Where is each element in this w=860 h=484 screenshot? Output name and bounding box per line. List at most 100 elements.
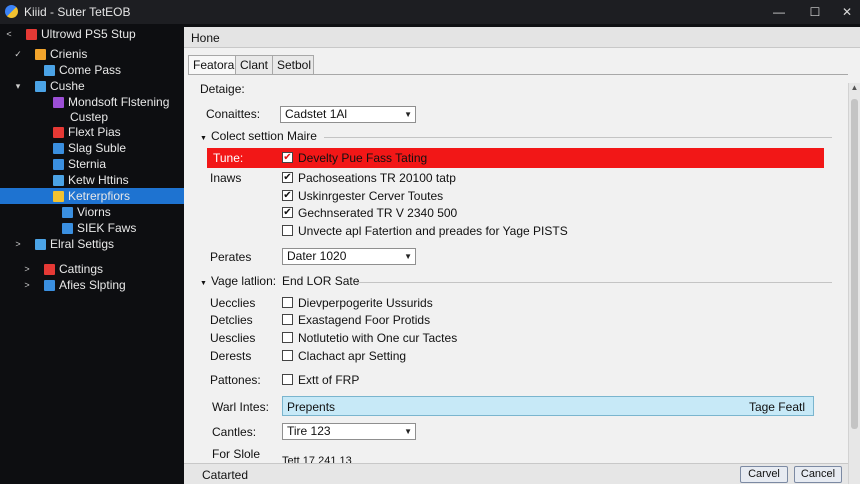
sidebar-item[interactable]: Mondsoft Flstening	[0, 94, 190, 110]
checkbox-row[interactable]: Unvecte apl Fatertion and preades for Ya…	[282, 223, 682, 239]
expand-toggle-icon[interactable]: <	[4, 26, 14, 42]
sidebar-item-label: Mondsoft Flstening	[68, 95, 170, 109]
sidebar-item-label: SIEK Faws	[77, 221, 137, 235]
scroll-thumb[interactable]	[851, 99, 858, 429]
folder-icon	[53, 143, 64, 154]
checkbox[interactable]	[282, 314, 293, 325]
vertical-scrollbar[interactable]: ▲	[848, 83, 860, 484]
checkbox[interactable]: ✔	[282, 152, 293, 163]
sidebar-item[interactable]: SIEK Faws	[0, 220, 190, 236]
warl-intes-label: Warl Intes:	[212, 400, 269, 414]
tab-setbol[interactable]: Setbol	[272, 55, 314, 75]
checkbox[interactable]	[282, 350, 293, 361]
checkbox-label: Gechnserated TR V 2340 500	[298, 206, 458, 220]
folder-icon	[35, 239, 46, 250]
sidebar-item-label: Cushe	[50, 79, 85, 93]
maximize-button[interactable]: ☐	[806, 4, 824, 20]
warl-intes-value: Prepents	[287, 400, 336, 414]
checkbox[interactable]	[282, 297, 293, 308]
folder-icon	[44, 264, 55, 275]
chevron-down-icon: ▼	[200, 135, 207, 142]
section-divider	[324, 137, 832, 138]
tab-clant[interactable]: Clant	[235, 55, 273, 75]
cancel-button[interactable]: Cancel	[794, 466, 842, 483]
develty-checkbox-row[interactable]: ✔ Develty Pue Fass Tating	[282, 150, 682, 166]
sidebar-item[interactable]: Custep	[0, 109, 190, 125]
checkbox-row[interactable]: Dievperpogerite Ussurids	[282, 295, 642, 311]
chevron-down-icon: ▼	[404, 252, 412, 261]
tab-featora[interactable]: Featora	[188, 55, 236, 75]
checkbox-row[interactable]: ✔ Gechnserated TR V 2340 500	[282, 205, 682, 221]
panel-header: Hone	[184, 27, 860, 48]
sidebar-item[interactable]: Ketrerpfiors	[0, 188, 190, 204]
sidebar-item-label: Flext Pias	[68, 125, 121, 139]
inaws-label: Inaws	[210, 171, 242, 185]
checkbox-label: Extt of FRP	[298, 373, 360, 387]
sidebar-item[interactable]: ✓ Crienis	[0, 46, 190, 62]
conaittes-value: Cadstet 1Al	[285, 107, 348, 121]
sidebar-item-label: Slag Suble	[68, 141, 127, 155]
sidebar-item[interactable]: Flext Pias	[0, 124, 190, 140]
for-slole-value: Tett 17 241 13	[282, 455, 352, 463]
sidebar-item[interactable]: > Cattings	[0, 261, 190, 277]
checkbox[interactable]	[282, 374, 293, 385]
section-vage-title: ▼ Vage latlion:	[200, 274, 277, 288]
sidebar-item-label: Sternia	[68, 157, 107, 171]
folder-icon	[53, 127, 64, 138]
pattones-checkbox-row[interactable]: Extt of FRP	[282, 372, 582, 388]
folder-icon	[53, 159, 64, 170]
sidebar-item[interactable]: < Ultrowd PS5 Stup	[0, 26, 190, 42]
checkbox[interactable]	[282, 225, 293, 236]
expand-toggle-icon[interactable]: >	[22, 277, 32, 293]
checkbox[interactable]	[282, 332, 293, 343]
checkbox-label: Develty Pue Fass Tating	[298, 151, 428, 165]
sidebar-item-label: Afies Slpting	[59, 278, 126, 292]
sidebar-item[interactable]: Sternia	[0, 156, 190, 172]
folder-icon	[26, 29, 37, 40]
checkbox-row[interactable]: Clachact apr Setting	[282, 348, 642, 364]
warl-intes-field[interactable]: Prepents Tage Featl	[282, 396, 814, 416]
sidebar-item[interactable]: Viorns	[0, 204, 190, 220]
checkbox[interactable]: ✔	[282, 207, 293, 218]
highlighted-row[interactable]: Tune: ✔ Develty Pue Fass Tating	[207, 148, 824, 168]
folder-icon	[35, 81, 46, 92]
sidebar-item[interactable]: > Afies Slpting	[0, 277, 190, 293]
folder-icon	[35, 49, 46, 60]
folder-icon	[53, 97, 64, 108]
minimize-button[interactable]: —	[770, 4, 788, 20]
checkbox-row[interactable]: Exastagend Foor Protids	[282, 312, 642, 328]
sidebar-item[interactable]: Ketw Httins	[0, 172, 190, 188]
checkbox-row[interactable]: ✔ Uskinrgester Cerver Toutes	[282, 188, 682, 204]
expand-toggle-icon[interactable]: >	[22, 261, 32, 277]
sidebar-item[interactable]: > Elral Settigs	[0, 236, 190, 252]
expand-toggle-icon[interactable]: ▾	[13, 78, 23, 94]
checkbox-label: Clachact apr Setting	[298, 349, 407, 363]
conaittes-dropdown[interactable]: Cadstet 1Al ▼	[280, 106, 416, 123]
sidebar-item[interactable]: Come Pass	[0, 62, 190, 78]
expand-toggle-icon[interactable]: >	[13, 236, 23, 252]
folder-icon	[53, 191, 64, 202]
checkbox-row[interactable]: ✔ Pachoseations TR 20100 tatp	[282, 170, 682, 186]
checkbox[interactable]: ✔	[282, 172, 293, 183]
sidebar-item[interactable]: ▾ Cushe	[0, 78, 190, 94]
cantles-dropdown[interactable]: Tire 123 ▼	[282, 423, 416, 440]
window-title: Kiiid - Suter TetEOB	[24, 5, 131, 19]
checkbox-row[interactable]: Notlutetio with One cur Tactes	[282, 330, 642, 346]
sidebar-item-label: Cattings	[59, 262, 104, 276]
sidebar-item[interactable]: Slag Suble	[0, 140, 190, 156]
close-button[interactable]: ✕	[838, 4, 856, 20]
expand-toggle-icon[interactable]: ✓	[13, 46, 23, 62]
for-slole-label: For Slole	[212, 447, 261, 461]
checkbox-label: Dievperpogerite Ussurids	[298, 296, 433, 310]
field-label: Uecclies	[210, 296, 256, 310]
tab-divider	[188, 74, 848, 75]
sidebar-item-label: Come Pass	[59, 63, 122, 77]
scroll-up-icon[interactable]: ▲	[849, 83, 860, 95]
cantles-value: Tire 123	[287, 424, 331, 438]
section-divider	[356, 282, 832, 283]
checkbox[interactable]: ✔	[282, 190, 293, 201]
pattones-label: Pattones:	[210, 373, 261, 387]
chevron-down-icon: ▼	[404, 427, 412, 436]
carvel-button[interactable]: Carvel	[740, 466, 788, 483]
perates-dropdown[interactable]: Dater 1020 ▼	[282, 248, 416, 265]
